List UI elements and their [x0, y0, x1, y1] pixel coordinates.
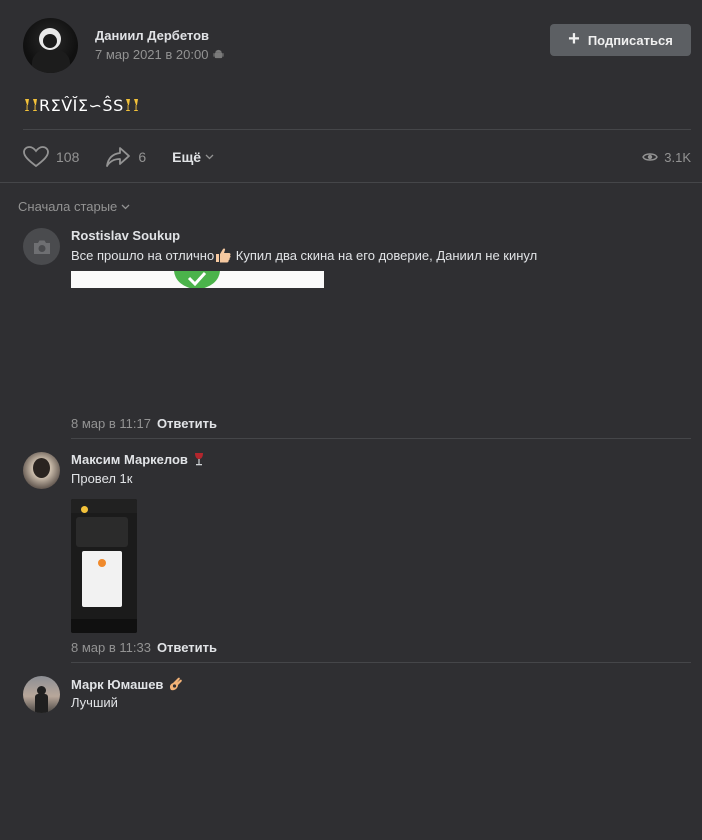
comment: Rostislav Soukup Все прошло на отлично К…	[23, 228, 691, 433]
comment-author-row: Марк Юмашев	[71, 676, 184, 692]
comment: Марк Юмашев Лучший	[23, 676, 691, 736]
thumbs-up-icon	[216, 248, 231, 263]
share-button[interactable]: 6	[105, 146, 146, 168]
eye-icon	[642, 153, 659, 161]
camera-icon	[33, 240, 50, 254]
champagne-icon	[25, 99, 37, 111]
chevron-down-icon	[205, 154, 214, 160]
post-date[interactable]: 7 мар 2021 в 20:00	[95, 47, 208, 62]
subscribe-label: Подписаться	[587, 32, 673, 48]
views-count: 3.1K	[664, 149, 691, 165]
divider	[71, 662, 691, 663]
comment-author[interactable]: Rostislav Soukup	[71, 228, 180, 243]
author-name[interactable]: Даниил Дербетов	[95, 28, 209, 43]
sort-label: Сначала старые	[18, 199, 118, 214]
comment: Максим Маркелов Провел 1к 8 мар в 11:33 О…	[23, 452, 691, 657]
post-date-row: 7 мар 2021 в 20:00	[95, 47, 224, 62]
views-counter: 3.1K	[642, 150, 691, 165]
heart-icon	[23, 146, 49, 168]
comment-date[interactable]: 8 мар в 11:17	[71, 416, 151, 431]
post-text-row: RΣV̂ĬΣ∽ŜS	[23, 96, 140, 115]
comments-sort[interactable]: Сначала старые	[18, 199, 130, 214]
divider	[23, 129, 691, 130]
more-label: Ещё	[172, 149, 202, 165]
comment-meta: 8 мар в 11:17 Ответить	[71, 416, 217, 431]
comment-avatar[interactable]	[23, 228, 60, 265]
subscribe-button[interactable]: + Подписаться	[550, 24, 691, 56]
like-count: 108	[56, 149, 80, 165]
comment-image[interactable]	[71, 499, 137, 633]
reply-button[interactable]: Ответить	[157, 640, 217, 655]
champagne-icon	[125, 99, 138, 111]
more-button[interactable]: Ещё	[172, 149, 214, 165]
divider	[71, 438, 691, 439]
divider	[0, 182, 702, 183]
post-text: RΣV̂ĬΣ∽ŜS	[39, 96, 124, 115]
comment-author-row: Максим Маркелов	[71, 452, 205, 467]
chevron-down-icon	[121, 204, 130, 209]
post-header: Даниил Дербетов 7 мар 2021 в 20:00 + Под…	[23, 18, 691, 74]
comment-text-part: Все прошло на отлично	[71, 248, 215, 263]
comment-avatar[interactable]	[23, 676, 60, 713]
share-icon	[106, 147, 131, 167]
comment-avatar[interactable]	[23, 452, 60, 489]
checkmark-icon	[187, 272, 207, 286]
ok-hand-icon	[170, 677, 183, 691]
wine-icon	[194, 453, 203, 466]
like-button[interactable]: 108	[23, 146, 79, 168]
author-avatar[interactable]	[23, 18, 78, 73]
share-count: 6	[138, 149, 147, 165]
comment-text: Провел 1к	[71, 471, 133, 486]
comment-text-part: Купил два скина на его доверие, Даниил н…	[232, 248, 538, 263]
comment-date[interactable]: 8 мар в 11:33	[71, 640, 151, 655]
comment-author[interactable]: Марк Юмашев	[71, 677, 163, 692]
comment-author[interactable]: Максим Маркелов	[71, 452, 188, 467]
comment-image[interactable]	[71, 271, 324, 288]
comment-meta: 8 мар в 11:33 Ответить	[71, 640, 217, 655]
plus-icon: +	[568, 28, 580, 50]
reply-button[interactable]: Ответить	[157, 416, 217, 431]
post-actions: 108 6 Ещё 3.1K	[23, 143, 691, 171]
android-icon	[213, 49, 224, 59]
comment-text: Лучший	[71, 695, 118, 710]
comment-text: Все прошло на отлично Купил два скина на…	[71, 247, 537, 263]
